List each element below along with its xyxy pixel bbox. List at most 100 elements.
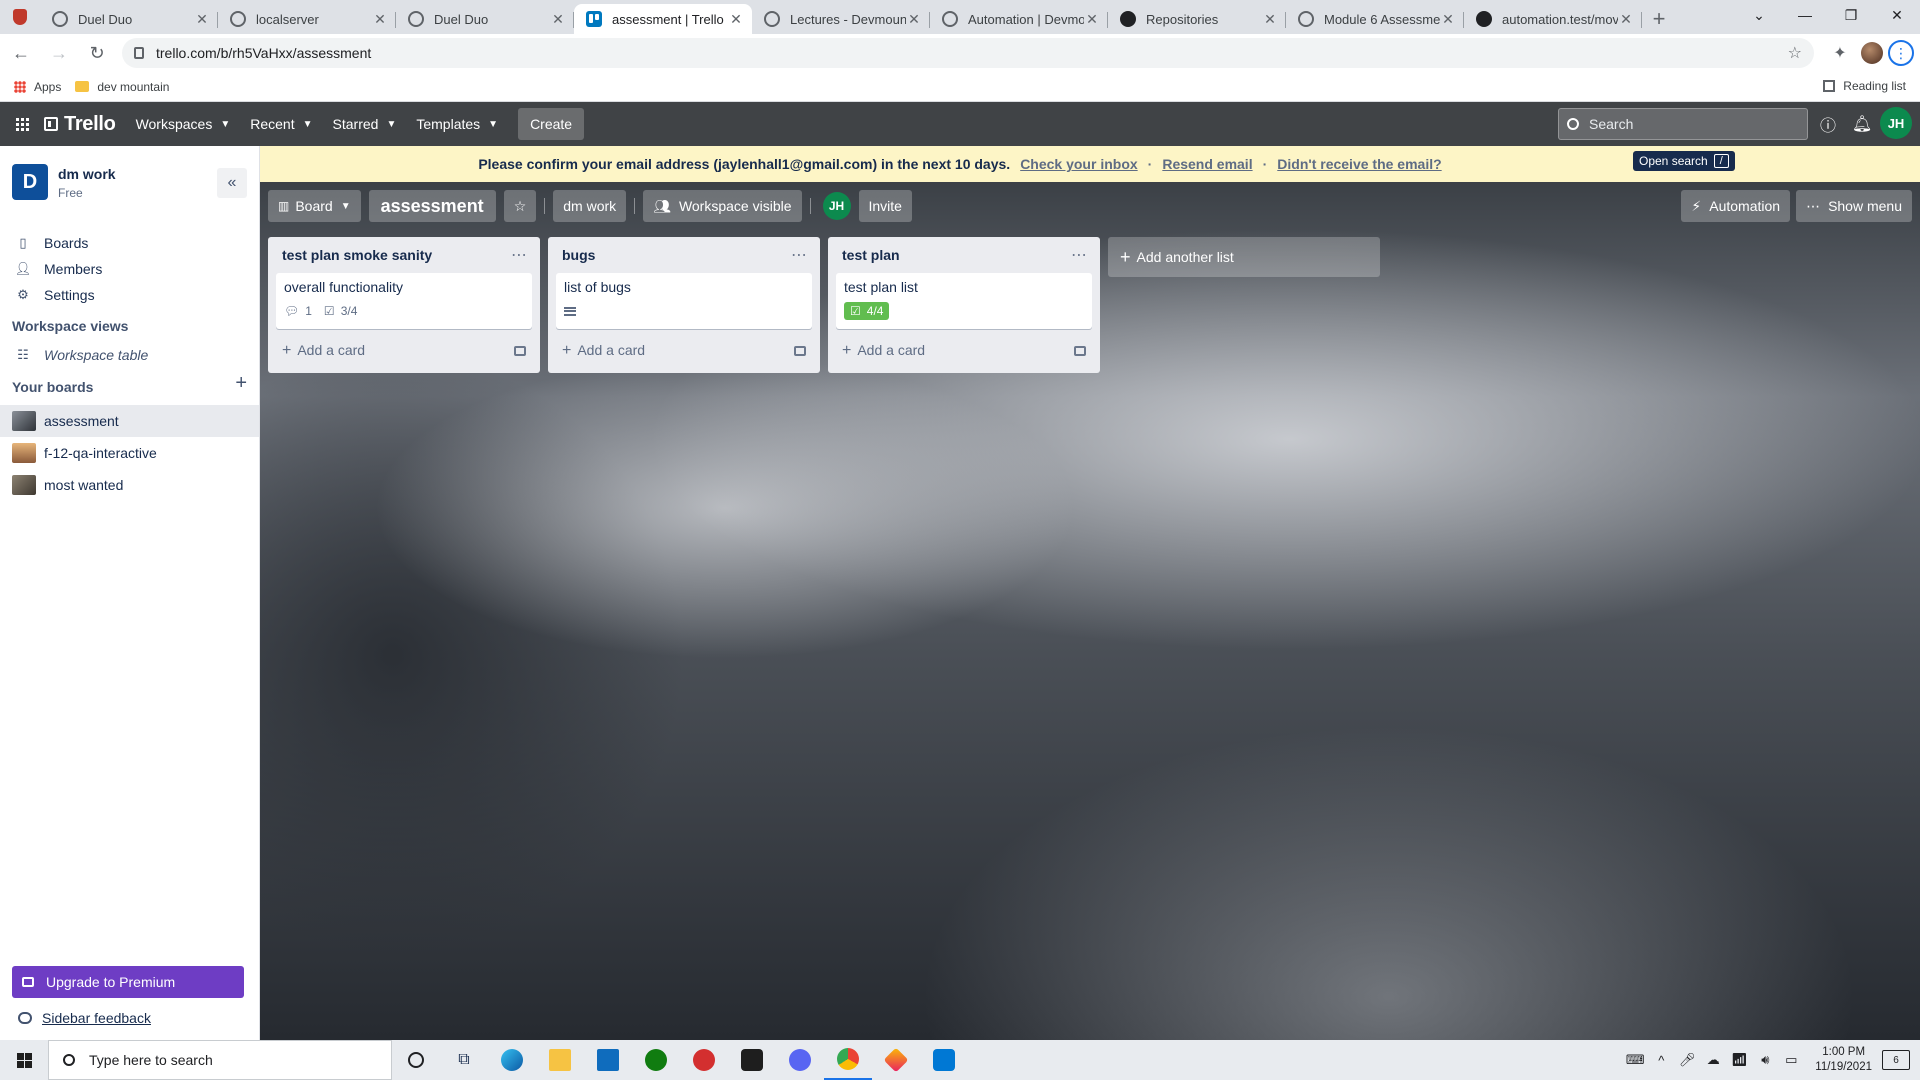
member-avatar[interactable]: JH — [822, 192, 851, 220]
board-view-switcher[interactable]: ▥ Board ▼ — [268, 190, 361, 222]
close-icon[interactable]: ✕ — [906, 11, 922, 28]
browser-tab[interactable]: Duel Duo ✕ — [396, 4, 574, 34]
resend-email-link[interactable]: Resend email — [1162, 156, 1252, 172]
new-tab-button[interactable]: + — [1642, 4, 1676, 34]
microphone-icon[interactable]: 🎤︎ — [1675, 1052, 1699, 1068]
list-header[interactable]: test plan ⋯ — [836, 237, 1092, 273]
show-menu-button[interactable]: ⋯ Show menu — [1796, 190, 1912, 222]
bell-icon[interactable]: 🔔︎ — [1846, 108, 1878, 140]
list-header[interactable]: bugs ⋯ — [556, 237, 812, 273]
didnt-receive-link[interactable]: Didn't receive the email? — [1277, 156, 1441, 172]
bookmark-folder[interactable]: dev mountain — [75, 80, 169, 94]
reload-button[interactable]: ↻ — [80, 36, 114, 70]
sidebar-item-settings[interactable]: ⚙ Settings — [0, 280, 259, 310]
close-icon[interactable]: ✕ — [372, 11, 388, 28]
search-input[interactable]: Search — [1558, 108, 1808, 140]
sidebar-item-workspace-table[interactable]: ☷ Workspace table — [0, 340, 259, 370]
chrome-icon[interactable] — [824, 1040, 872, 1080]
extensions-icon[interactable]: ✦ — [1824, 37, 1856, 69]
card[interactable]: test plan list ☑ 4/4 — [836, 273, 1092, 329]
bookmark-apps[interactable]: Apps — [14, 80, 61, 94]
add-card-button[interactable]: + Add a card — [276, 337, 532, 365]
upgrade-premium-button[interactable]: Upgrade to Premium — [12, 966, 244, 998]
browser-tab-active[interactable]: assessment | Trello ✕ — [574, 4, 752, 34]
visibility-button[interactable]: 👥︎ Workspace visible — [643, 190, 802, 222]
add-list-button[interactable]: + Add another list — [1108, 237, 1380, 277]
add-card-button[interactable]: + Add a card — [556, 337, 812, 365]
card-template-icon[interactable] — [794, 346, 806, 356]
reading-list-button[interactable]: Reading list — [1823, 79, 1906, 93]
sidebar-board-most-wanted[interactable]: most wanted — [0, 469, 259, 501]
list-title[interactable]: test plan — [842, 247, 900, 263]
sketch-app-icon[interactable] — [872, 1040, 920, 1080]
collapse-sidebar-button[interactable]: « — [217, 168, 247, 198]
restore-button[interactable]: ❐ — [1828, 0, 1874, 30]
browser-tab[interactable]: Repositories ✕ — [1108, 4, 1286, 34]
starred-menu[interactable]: Starred ▼ — [323, 108, 407, 140]
workspace-header[interactable]: D dm work Free — [12, 164, 116, 200]
sidebar-feedback-link[interactable]: Sidebar feedback — [18, 1010, 151, 1026]
templates-menu[interactable]: Templates ▼ — [406, 108, 508, 140]
start-button[interactable] — [0, 1040, 48, 1080]
close-window-button[interactable]: ✕ — [1874, 0, 1920, 30]
card-template-icon[interactable] — [514, 346, 526, 356]
list-menu-icon[interactable]: ⋯ — [791, 245, 808, 265]
close-icon[interactable]: ✕ — [1262, 11, 1278, 28]
volume-icon[interactable]: 🔊︎ — [1753, 1052, 1777, 1068]
list-header[interactable]: test plan smoke sanity ⋯ — [276, 237, 532, 273]
user-avatar[interactable]: JH — [1880, 107, 1912, 139]
close-icon[interactable]: ✕ — [550, 11, 566, 28]
tab-search-icon[interactable]: ⌄ — [1736, 0, 1782, 30]
task-view-icon[interactable]: ⧉ — [440, 1040, 488, 1080]
back-button[interactable]: ← — [4, 36, 38, 70]
browser-tab[interactable]: Duel Duo ✕ — [40, 4, 218, 34]
chrome-menu-icon[interactable]: ⋮ — [1888, 40, 1914, 66]
close-icon[interactable]: ✕ — [1440, 11, 1456, 28]
chevron-up-icon[interactable]: ^ — [1649, 1053, 1673, 1068]
browser-tab[interactable]: Automation | Devmo ✕ — [930, 4, 1108, 34]
close-icon[interactable]: ✕ — [194, 11, 210, 28]
add-board-button[interactable]: + — [235, 372, 247, 395]
vscode-icon[interactable] — [920, 1040, 968, 1080]
url-text[interactable]: trello.com/b/rh5VaHxx/assessment — [156, 45, 1788, 61]
keyboard-icon[interactable]: ⌨ — [1623, 1052, 1647, 1068]
minimize-button[interactable]: — — [1782, 0, 1828, 30]
workspaces-menu[interactable]: Workspaces ▼ — [126, 108, 241, 140]
browser-tab[interactable]: Lectures - Devmount ✕ — [752, 4, 930, 34]
browser-tab[interactable]: automation.test/mov ✕ — [1464, 4, 1642, 34]
profile-avatar[interactable] — [1856, 37, 1888, 69]
edge-icon[interactable] — [488, 1040, 536, 1080]
close-icon[interactable]: ✕ — [728, 11, 744, 28]
taskbar-search-input[interactable]: Type here to search — [48, 1040, 392, 1080]
forward-button[interactable]: → — [42, 36, 76, 70]
list-menu-icon[interactable]: ⋯ — [1071, 245, 1088, 265]
game-app-icon[interactable] — [680, 1040, 728, 1080]
sidebar-board-assessment[interactable]: assessment — [0, 405, 259, 437]
check-inbox-link[interactable]: Check your inbox — [1020, 156, 1137, 172]
close-icon[interactable]: ✕ — [1084, 11, 1100, 28]
workspace-button[interactable]: dm work — [553, 190, 627, 222]
browser-tab[interactable]: Module 6 Assessmen ✕ — [1286, 4, 1464, 34]
board-title[interactable]: assessment — [368, 190, 496, 222]
info-icon[interactable]: ⓘ — [1812, 108, 1844, 140]
card-template-icon[interactable] — [1074, 346, 1086, 356]
cloud-icon[interactable]: ☁ — [1701, 1052, 1725, 1068]
list-menu-icon[interactable]: ⋯ — [511, 245, 528, 265]
list-title[interactable]: bugs — [562, 247, 595, 263]
notifications-icon[interactable]: 6 — [1882, 1050, 1910, 1070]
create-button[interactable]: Create — [518, 108, 585, 140]
star-board-button[interactable]: ☆ — [503, 190, 537, 222]
battery-icon[interactable]: ▭ — [1779, 1052, 1803, 1068]
add-card-button[interactable]: + Add a card — [836, 337, 1092, 365]
close-icon[interactable]: ✕ — [1618, 11, 1634, 28]
automation-button[interactable]: ⚡︎ Automation — [1681, 190, 1791, 222]
discord-icon[interactable] — [776, 1040, 824, 1080]
list-title[interactable]: test plan smoke sanity — [282, 247, 432, 263]
trello-logo[interactable]: Trello — [44, 113, 116, 136]
recent-menu[interactable]: Recent ▼ — [240, 108, 322, 140]
cortana-icon[interactable] — [392, 1040, 440, 1080]
wifi-icon[interactable]: 📶︎ — [1727, 1052, 1751, 1068]
warzone-icon[interactable] — [728, 1040, 776, 1080]
card[interactable]: overall functionality 💬︎ 1 ☑ 3/4 — [276, 273, 532, 329]
lock-icon[interactable] — [134, 47, 144, 59]
